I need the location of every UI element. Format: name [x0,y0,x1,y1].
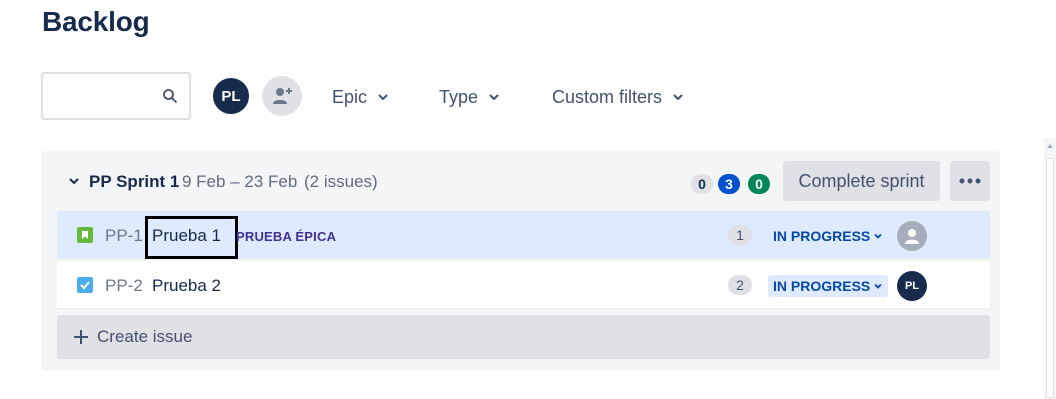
story-icon [77,227,93,243]
page-title: Backlog [42,6,150,37]
sprint-name: PP Sprint 1 [89,172,180,191]
sprint-dates: 9 Feb – 23 Feb [182,172,298,191]
plus-icon [74,330,88,344]
todo-count-badge: 0 [691,174,713,194]
in-progress-count-badge: 3 [718,174,740,194]
custom-filters[interactable]: Custom filters [552,84,684,110]
scroll-thumb[interactable] [1046,158,1054,398]
sprint-issue-count: (2 issues) [304,172,378,191]
issue-row[interactable]: PP-1 Prueba 1 PRUEBA ÉPICA 1 IN PROGRESS [57,211,990,259]
add-user-icon [273,88,292,104]
focus-highlight [145,216,238,259]
sprint-header: PP Sprint 1 9 Feb – 23 Feb (2 issues) 0 … [41,151,1000,211]
sprint-panel: PP Sprint 1 9 Feb – 23 Feb (2 issues) 0 … [41,151,1000,371]
assignee-avatar[interactable]: PL [897,271,927,301]
epic-filter-label: Epic [332,86,368,107]
status-label: IN PROGRESS [773,228,871,244]
chevron-down-icon [489,94,499,101]
chevron-down-icon [874,283,882,289]
issue-row[interactable]: PP-2 Prueba 2 2 IN PROGRESS PL [57,261,990,309]
add-people-button[interactable] [262,76,302,116]
status-dropdown[interactable]: IN PROGRESS [768,225,888,247]
create-issue-button[interactable]: Create issue [57,315,990,359]
epic-label[interactable]: PRUEBA ÉPICA [236,229,336,244]
chevron-down-icon [673,94,683,101]
search-input[interactable] [51,84,156,108]
chevron-down-icon [874,233,882,239]
more-actions-button[interactable] [950,161,990,201]
issue-key[interactable]: PP-1 [105,226,143,246]
search-box[interactable] [41,72,191,120]
done-count-badge: 0 [748,174,770,194]
avatar-filter-pl[interactable]: PL [211,76,251,116]
status-dropdown[interactable]: IN PROGRESS [768,275,889,297]
complete-sprint-button[interactable]: Complete sprint [783,161,940,201]
type-filter[interactable]: Type [439,84,500,110]
issue-summary[interactable]: Prueba 2 [152,276,221,296]
task-icon [77,277,93,293]
status-label: IN PROGRESS [773,278,871,294]
create-issue-label: Create issue [97,327,193,346]
chevron-down-icon[interactable] [68,175,80,187]
user-icon [905,229,919,244]
unassigned-avatar[interactable] [897,221,927,251]
estimate-badge: 2 [728,275,752,295]
issue-key[interactable]: PP-2 [105,276,143,296]
type-filter-label: Type [439,86,479,107]
scroll-up-arrow-icon[interactable] [1047,144,1053,148]
scrollbar[interactable] [1044,138,1056,399]
chevron-down-icon [378,94,388,101]
custom-filters-label: Custom filters [552,86,663,107]
more-icon [959,178,981,184]
search-icon[interactable] [162,88,178,104]
estimate-badge: 1 [728,225,752,245]
epic-filter[interactable]: Epic [332,84,389,110]
